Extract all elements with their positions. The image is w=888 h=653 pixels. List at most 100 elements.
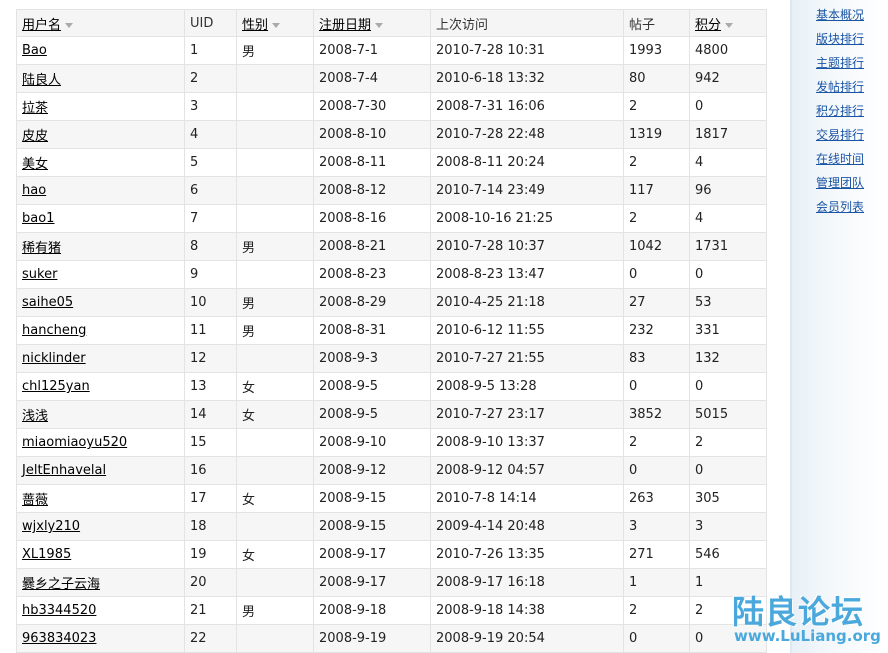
username-link[interactable]: XL1985 <box>22 547 71 562</box>
cell-username: 爨乡之子云海 <box>16 568 185 597</box>
sidebar-link-trade-ranking[interactable]: 交易排行 <box>816 126 864 143</box>
cell-gender <box>236 260 314 289</box>
cell-username: 陆良人 <box>16 64 185 93</box>
username-link[interactable]: 陆良人 <box>22 73 61 88</box>
table-row: suker 9 2008-8-23 2008-8-23 13:47 0 0 <box>16 260 767 289</box>
username-link[interactable]: 稀有猪 <box>22 241 61 256</box>
cell-username: suker <box>16 260 185 289</box>
cell-regdate: 2008-9-12 <box>313 456 431 485</box>
sidebar-link-online-time[interactable]: 在线时间 <box>816 150 864 167</box>
username-link[interactable]: suker <box>22 267 57 282</box>
cell-username: 皮皮 <box>16 120 185 149</box>
sort-caret-icon <box>725 22 734 28</box>
cell-gender <box>236 456 314 485</box>
username-link[interactable]: 浅浅 <box>22 409 48 424</box>
cell-regdate: 2008-9-15 <box>313 512 431 541</box>
cell-username: saihe05 <box>16 288 185 317</box>
username-link[interactable]: hancheng <box>22 323 86 338</box>
username-link[interactable]: JeltEnhavelal <box>22 463 106 478</box>
cell-regdate: 2008-9-15 <box>313 484 431 513</box>
cell-credits: 546 <box>689 540 767 569</box>
username-link[interactable]: Bao <box>22 43 47 58</box>
username-link[interactable]: nicklinder <box>22 351 86 366</box>
username-link[interactable]: 963834023 <box>22 631 96 646</box>
header-uid: UID <box>184 9 237 37</box>
cell-gender <box>236 148 314 177</box>
cell-username: Bao <box>16 36 185 65</box>
cell-posts: 1 <box>623 568 690 597</box>
cell-lastvisit: 2008-8-23 13:47 <box>430 260 624 289</box>
cell-credits: 4 <box>689 148 767 177</box>
cell-username: nicklinder <box>16 344 185 373</box>
cell-lastvisit: 2008-9-5 13:28 <box>430 372 624 401</box>
header-username[interactable]: 用户名 <box>16 9 185 37</box>
sidebar-link-post-ranking[interactable]: 发帖排行 <box>816 78 864 95</box>
username-link[interactable]: hao <box>22 183 46 198</box>
sidebar-link-admin-team[interactable]: 管理团队 <box>816 174 864 191</box>
cell-username: miaomiaoyu520 <box>16 428 185 457</box>
table-row: 稀有猪 8 男 2008-8-21 2010-7-28 10:37 1042 1731 <box>16 232 767 261</box>
table-row: 拉茶 3 2008-7-30 2008-7-31 16:06 2 0 <box>16 92 767 121</box>
cell-gender: 男 <box>236 36 314 65</box>
cell-username: XL1985 <box>16 540 185 569</box>
table-row: XL1985 19 女 2008-9-17 2010-7-26 13:35 271 546 <box>16 540 767 569</box>
cell-regdate: 2008-7-1 <box>313 36 431 65</box>
username-link[interactable]: chl125yan <box>22 379 90 394</box>
table-row: hb3344520 21 男 2008-9-18 2008-9-18 14:38 2 2 <box>16 596 767 625</box>
username-link[interactable]: 爨乡之子云海 <box>22 577 100 592</box>
username-link[interactable]: 拉茶 <box>22 101 48 116</box>
cell-lastvisit: 2008-9-19 20:54 <box>430 624 624 653</box>
cell-lastvisit: 2008-10-16 21:25 <box>430 204 624 233</box>
sidebar-link-thread-ranking[interactable]: 主题排行 <box>816 54 864 71</box>
cell-lastvisit: 2008-9-18 14:38 <box>430 596 624 625</box>
member-table: 用户名 UID 性别 注册日期 上次访问 帖子 积分 Bao 1 男 2008-7-1… <box>16 9 767 653</box>
username-link[interactable]: 蔷薇 <box>22 493 48 508</box>
watermark-url: www.LuLiang.org <box>734 627 881 645</box>
username-link[interactable]: hb3344520 <box>22 603 96 618</box>
header-gender[interactable]: 性别 <box>236 9 314 37</box>
cell-uid: 9 <box>184 260 237 289</box>
cell-uid: 17 <box>184 484 237 513</box>
table-row: 蔷薇 17 女 2008-9-15 2010-7-8 14:14 263 305 <box>16 484 767 513</box>
cell-regdate: 2008-7-4 <box>313 64 431 93</box>
username-link[interactable]: 美女 <box>22 157 48 172</box>
cell-credits: 0 <box>689 372 767 401</box>
cell-posts: 1319 <box>623 120 690 149</box>
cell-posts: 1993 <box>623 36 690 65</box>
sidebar-link-credit-ranking[interactable]: 积分排行 <box>816 102 864 119</box>
username-link[interactable]: 皮皮 <box>22 129 48 144</box>
cell-regdate: 2008-8-21 <box>313 232 431 261</box>
table-row: 陆良人 2 2008-7-4 2010-6-18 13:32 80 942 <box>16 64 767 93</box>
cell-lastvisit: 2010-7-8 14:14 <box>430 484 624 513</box>
cell-posts: 83 <box>623 344 690 373</box>
header-credits[interactable]: 积分 <box>689 9 767 37</box>
username-link[interactable]: miaomiaoyu520 <box>22 435 127 450</box>
cell-lastvisit: 2010-7-14 23:49 <box>430 176 624 205</box>
sidebar-link-overview[interactable]: 基本概况 <box>816 6 864 23</box>
cell-lastvisit: 2008-9-12 04:57 <box>430 456 624 485</box>
cell-username: hb3344520 <box>16 596 185 625</box>
header-regdate[interactable]: 注册日期 <box>313 9 431 37</box>
username-link[interactable]: saihe05 <box>22 295 73 310</box>
cell-uid: 15 <box>184 428 237 457</box>
cell-posts: 263 <box>623 484 690 513</box>
cell-credits: 3 <box>689 512 767 541</box>
cell-regdate: 2008-9-5 <box>313 372 431 401</box>
sidebar-link-member-list[interactable]: 会员列表 <box>816 198 864 215</box>
table-row: nicklinder 12 2008-9-3 2010-7-27 21:55 83 132 <box>16 344 767 373</box>
cell-credits: 4 <box>689 204 767 233</box>
sidebar-link-forum-ranking[interactable]: 版块排行 <box>816 30 864 47</box>
cell-regdate: 2008-8-29 <box>313 288 431 317</box>
cell-uid: 6 <box>184 176 237 205</box>
cell-gender <box>236 120 314 149</box>
cell-posts: 117 <box>623 176 690 205</box>
table-row: wjxly210 18 2008-9-15 2009-4-14 20:48 3 3 <box>16 512 767 541</box>
cell-gender <box>236 512 314 541</box>
username-link[interactable]: bao1 <box>22 211 54 226</box>
cell-gender: 女 <box>236 400 314 429</box>
cell-regdate: 2008-8-12 <box>313 176 431 205</box>
cell-uid: 18 <box>184 512 237 541</box>
cell-lastvisit: 2010-6-12 11:55 <box>430 316 624 345</box>
username-link[interactable]: wjxly210 <box>22 519 80 534</box>
cell-lastvisit: 2009-4-14 20:48 <box>430 512 624 541</box>
